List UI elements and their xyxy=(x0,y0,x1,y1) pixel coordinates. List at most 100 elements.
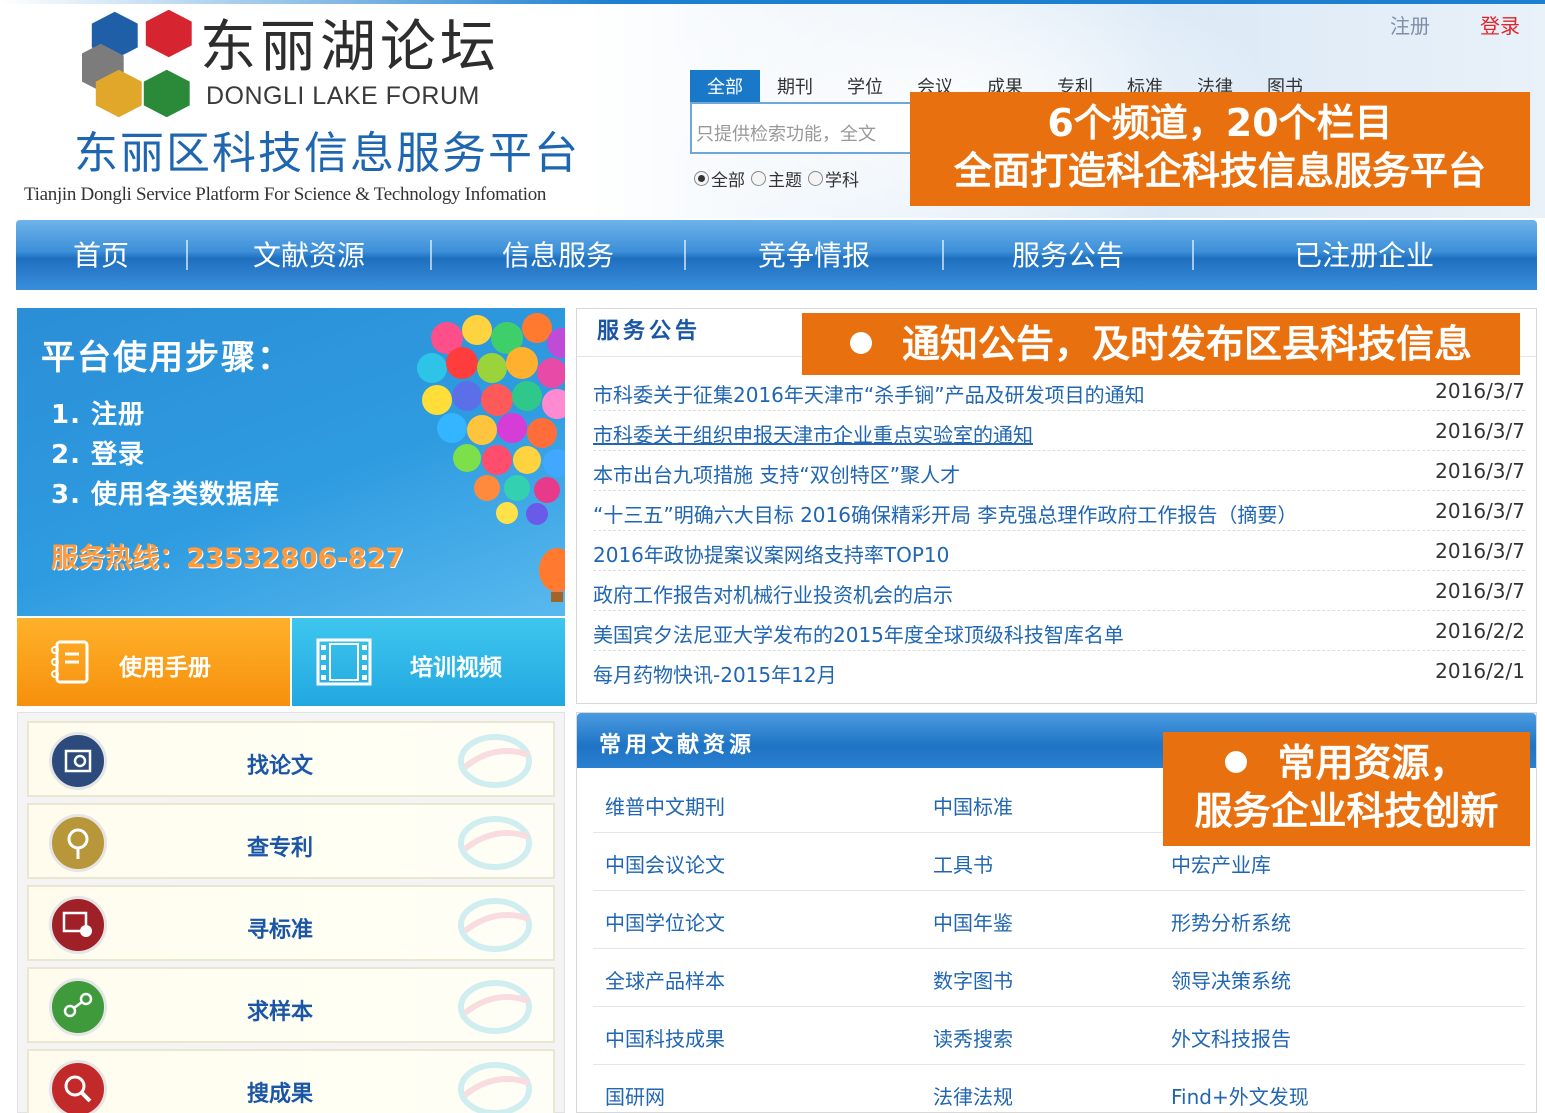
radio-dot xyxy=(808,171,823,186)
resource-link[interactable]: 中国年鉴 xyxy=(933,907,1013,936)
radio-dot xyxy=(751,171,766,186)
register-link[interactable]: 注册 xyxy=(1390,10,1430,39)
callout-line: 通知公告，及时发布区县科技信息 xyxy=(901,322,1472,366)
list-item[interactable]: 市科委关于征集2016年天津市“杀手锏”产品及研发项目的通知 2016/3/7 xyxy=(593,371,1525,411)
resource-link[interactable]: 工具书 xyxy=(933,849,993,878)
search-input[interactable]: 只提供检索功能，全文 xyxy=(690,102,930,154)
service-label: 搜成果 xyxy=(247,1082,314,1107)
training-video-button[interactable]: 培训视频 xyxy=(292,618,565,706)
step-login: 2. 登录 xyxy=(51,440,146,470)
resource-link[interactable]: 维普中文期刊 xyxy=(605,791,725,820)
usage-steps-banner[interactable]: 平台使用步骤： 1. 注册 2. 登录 3. 使用各类数据库 服务热线：2353… xyxy=(17,308,565,616)
platform-title: 东丽区科技信息服务平台 xyxy=(74,128,580,179)
resource-link[interactable]: 读秀搜索 xyxy=(933,1023,1013,1052)
nav-item-registered-companies[interactable]: 已注册企业 xyxy=(1194,220,1534,290)
notice-date: 2016/3/7 xyxy=(1435,459,1525,483)
radio-dot xyxy=(694,171,709,186)
login-link[interactable]: 登录 xyxy=(1480,10,1520,39)
notice-title[interactable]: 美国宾夕法尼亚大学发布的2015年度全球顶级科技智库名单 xyxy=(593,619,1124,648)
service-find-papers[interactable]: 找论文 xyxy=(27,721,555,797)
service-find-standards[interactable]: 寻标准 xyxy=(27,885,555,961)
resource-link[interactable]: 领导决策系统 xyxy=(1171,965,1291,994)
globe-decoration-icon xyxy=(458,734,532,788)
search-tab-degree[interactable]: 学位 xyxy=(830,70,900,102)
radio-subject[interactable]: 学科 xyxy=(808,166,859,191)
radio-topic[interactable]: 主题 xyxy=(751,166,802,191)
globe-decoration-icon xyxy=(458,816,532,870)
search-scope-radios: 全部 主题 学科 xyxy=(694,166,865,191)
bullet-icon xyxy=(1225,750,1248,773)
header-top-line xyxy=(0,0,1545,4)
resource-link[interactable]: 国研网 xyxy=(605,1081,665,1110)
notice-title[interactable]: 政府工作报告对机械行业投资机会的启示 xyxy=(593,579,953,608)
globe-decoration-icon xyxy=(458,980,532,1034)
resource-link[interactable]: 中宏产业库 xyxy=(1171,849,1271,878)
table-row: 中国学位论文 中国年鉴 形势分析系统 xyxy=(593,891,1525,949)
radio-label: 主题 xyxy=(768,171,802,191)
callout-line: 服务企业科技创新 xyxy=(1194,788,1499,833)
search-tab-journal[interactable]: 期刊 xyxy=(760,70,830,102)
forum-logo-icon[interactable] xyxy=(82,10,192,126)
service-request-samples[interactable]: 求样本 xyxy=(27,967,555,1043)
callout-resources: 常用资源， 服务企业科技创新 xyxy=(1163,732,1530,846)
training-video-label: 培训视频 xyxy=(410,655,502,681)
resource-link[interactable]: 中国学位论文 xyxy=(605,907,725,936)
radio-all[interactable]: 全部 xyxy=(694,166,745,191)
service-check-patents[interactable]: 查专利 xyxy=(27,803,555,879)
list-item[interactable]: 美国宾夕法尼亚大学发布的2015年度全球顶级科技智库名单 2016/2/2 xyxy=(593,611,1525,651)
notice-title[interactable]: “十三五”明确六大目标 2016确保精彩开局 李克强总理作政府工作报告（摘要） xyxy=(593,499,1297,528)
nav-item-announcements[interactable]: 服务公告 xyxy=(944,220,1192,290)
radio-label: 学科 xyxy=(825,171,859,191)
list-item[interactable]: 政府工作报告对机械行业投资机会的启示 2016/3/7 xyxy=(593,571,1525,611)
nav-item-home[interactable]: 首页 xyxy=(16,220,186,290)
notice-title[interactable]: 本市出台九项措施 支持“双创特区”聚人才 xyxy=(593,459,960,488)
user-manual-button[interactable]: 使用手册 xyxy=(17,618,290,706)
resources-title: 常用文献资源 xyxy=(599,733,756,758)
resource-link[interactable]: 形势分析系统 xyxy=(1171,907,1291,936)
resource-link[interactable]: 全球产品样本 xyxy=(605,965,725,994)
resource-link[interactable]: 法律法规 xyxy=(933,1081,1013,1110)
resource-link[interactable]: 中国会议论文 xyxy=(605,849,725,878)
nav-item-literature[interactable]: 文献资源 xyxy=(188,220,430,290)
list-item[interactable]: “十三五”明确六大目标 2016确保精彩开局 李克强总理作政府工作报告（摘要） 2… xyxy=(593,491,1525,531)
list-item[interactable]: 市科委关于组织申报天津市企业重点实验室的通知 2016/3/7 xyxy=(593,411,1525,451)
globe-decoration-icon xyxy=(458,1062,532,1113)
notice-date: 2016/3/7 xyxy=(1435,539,1525,563)
service-search-results[interactable]: 搜成果 xyxy=(27,1049,555,1113)
list-item[interactable]: 本市出台九项措施 支持“双创特区”聚人才 2016/3/7 xyxy=(593,451,1525,491)
notice-title[interactable]: 市科委关于组织申报天津市企业重点实验室的通知 xyxy=(593,419,1033,448)
main-nav: 首页 文献资源 信息服务 竞争情报 服务公告 已注册企业 xyxy=(16,220,1537,290)
result-search-icon xyxy=(49,1060,107,1113)
bullet-icon xyxy=(849,331,872,354)
table-row: 国研网 法律法规 Find+外文发现 xyxy=(593,1065,1525,1113)
resource-link[interactable]: 数字图书 xyxy=(933,965,1013,994)
search-tab-all[interactable]: 全部 xyxy=(690,70,760,102)
notice-title[interactable]: 2016年政协提案议案网络支持率TOP10 xyxy=(593,539,949,568)
notebook-icon xyxy=(51,640,89,684)
list-item[interactable]: 每月药物快讯-2015年12月 2016/2/1 xyxy=(593,651,1525,691)
callout-notices: 通知公告，及时发布区县科技信息 xyxy=(802,313,1520,375)
notice-date: 2016/2/2 xyxy=(1435,619,1525,643)
step-use-databases: 3. 使用各类数据库 xyxy=(51,480,281,510)
step-register: 1. 注册 xyxy=(51,400,146,430)
notice-title[interactable]: 每月药物快讯-2015年12月 xyxy=(593,659,837,688)
table-row: 中国科技成果 读秀搜索 外文科技报告 xyxy=(593,1007,1525,1065)
resource-link[interactable]: 外文科技报告 xyxy=(1171,1023,1291,1052)
table-row: 全球产品样本 数字图书 领导决策系统 xyxy=(593,949,1525,1007)
nav-item-intelligence[interactable]: 竞争情报 xyxy=(686,220,942,290)
platform-english-title: Tianjin Dongli Service Platform For Scie… xyxy=(24,184,547,205)
nav-item-info-service[interactable]: 信息服务 xyxy=(432,220,684,290)
sample-molecule-icon xyxy=(49,978,107,1036)
service-label: 求样本 xyxy=(247,1000,314,1025)
resource-link[interactable]: Find+外文发现 xyxy=(1171,1081,1309,1110)
notice-date: 2016/3/7 xyxy=(1435,419,1525,443)
notice-title[interactable]: 市科委关于征集2016年天津市“杀手锏”产品及研发项目的通知 xyxy=(593,379,1145,408)
resource-link[interactable]: 中国标准 xyxy=(933,791,1013,820)
notice-date: 2016/2/1 xyxy=(1435,659,1525,683)
notice-date: 2016/3/7 xyxy=(1435,499,1525,523)
callout-line: 全面打造科企科技信息服务平台 xyxy=(953,148,1486,193)
resource-link[interactable]: 中国科技成果 xyxy=(605,1023,725,1052)
logo-chinese-name: 东丽湖论坛 xyxy=(200,15,500,80)
list-item[interactable]: 2016年政协提案议案网络支持率TOP10 2016/3/7 xyxy=(593,531,1525,571)
user-manual-label: 使用手册 xyxy=(119,655,211,681)
